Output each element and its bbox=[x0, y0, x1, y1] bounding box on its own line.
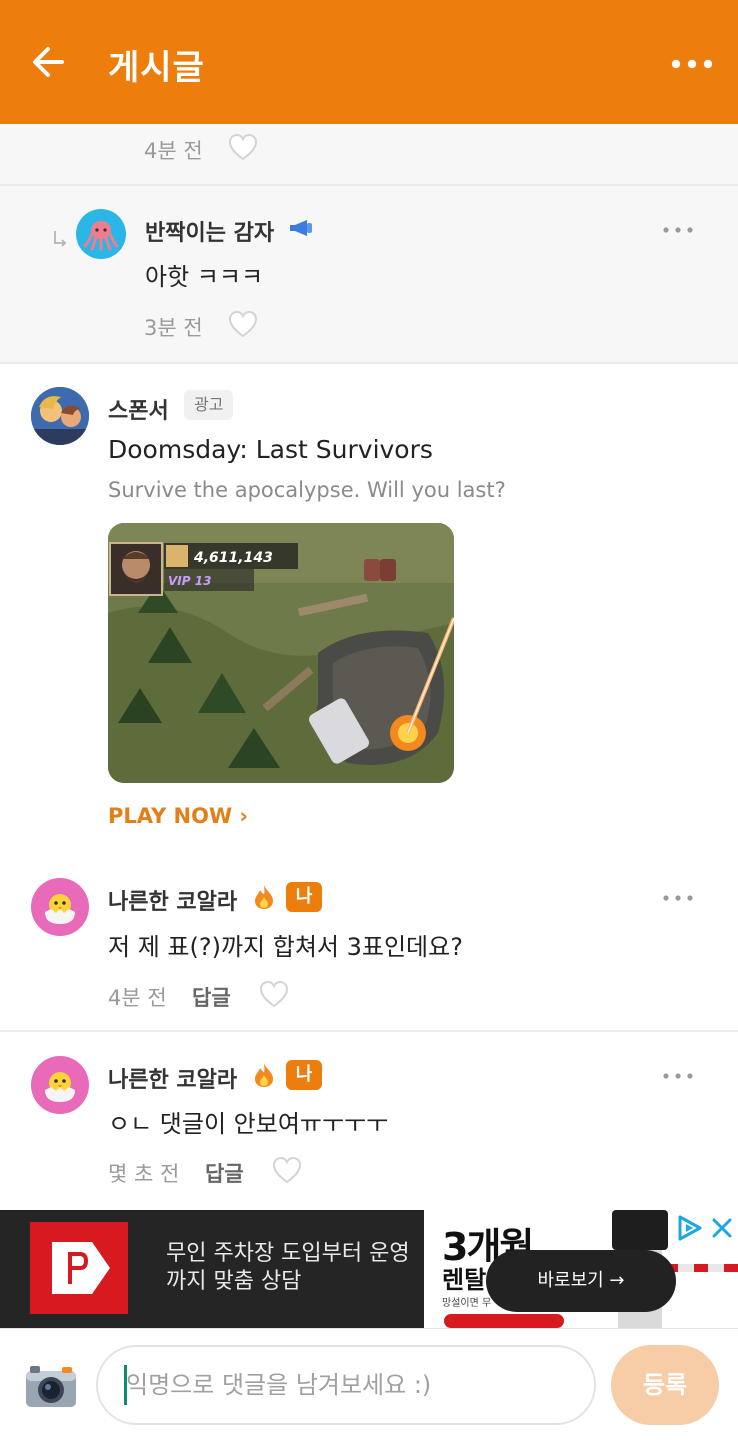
power-value: 4,611,143 bbox=[193, 550, 273, 566]
reply-arrow-icon bbox=[54, 231, 67, 247]
comment-time: 4분 전 bbox=[108, 986, 167, 1010]
more-horizontal-icon bbox=[663, 895, 693, 901]
more-horizontal-icon bbox=[663, 1073, 693, 1079]
arrow-left-icon bbox=[33, 47, 64, 77]
comment-text: ㅇㄴ 댓글이 안보여ㅠㅜㅜㅜ bbox=[108, 1110, 389, 1138]
fire-icon bbox=[255, 885, 273, 909]
banner-fine-print: 망설이면 무 bbox=[442, 1298, 492, 1309]
chick-icon bbox=[45, 1072, 75, 1102]
octopus-icon bbox=[83, 221, 119, 251]
close-icon[interactable] bbox=[708, 1214, 736, 1242]
divider bbox=[0, 362, 738, 364]
comment-time: 몇 초 전 bbox=[108, 1162, 180, 1186]
more-horizontal-icon bbox=[671, 59, 713, 69]
submit-button[interactable]: 등록 bbox=[611, 1345, 719, 1425]
comment-more-button[interactable] bbox=[660, 220, 696, 240]
back-button[interactable] bbox=[26, 40, 74, 84]
parking-logo-icon bbox=[52, 1242, 110, 1294]
avatar[interactable] bbox=[76, 209, 126, 259]
sponsor-label: 스폰서 bbox=[108, 399, 169, 424]
camera-icon bbox=[26, 1366, 76, 1407]
comment-more-button[interactable] bbox=[660, 1066, 696, 1086]
comment-text: 저 제 표(?)까지 합쳐서 3표인데요? bbox=[108, 933, 463, 961]
ad-title[interactable]: Doomsday: Last Survivors bbox=[108, 435, 433, 464]
more-horizontal-icon bbox=[663, 227, 693, 233]
play-now-link[interactable]: PLAY NOW › bbox=[108, 804, 248, 828]
heart-icon[interactable] bbox=[228, 133, 258, 161]
reply-button[interactable]: 답글 bbox=[205, 1158, 244, 1188]
reply-block-partial bbox=[0, 124, 738, 184]
author-badge: 나 bbox=[286, 1060, 322, 1090]
avatar[interactable] bbox=[31, 878, 89, 936]
adchoices-icon[interactable] bbox=[676, 1214, 704, 1242]
comment-author[interactable]: 나른한 코알라 bbox=[108, 884, 237, 916]
sponsor-avatar[interactable] bbox=[31, 387, 89, 445]
ad-description: Survive the apocalypse. Will you last? bbox=[108, 478, 506, 502]
comment-text: 아핫 ㅋㅋㅋ bbox=[145, 263, 264, 291]
fire-icon bbox=[255, 1063, 273, 1087]
comment-input-bar: 등록 bbox=[0, 1328, 738, 1440]
comment-time: 4분 전 bbox=[144, 139, 203, 163]
text-cursor bbox=[124, 1365, 127, 1405]
heart-icon[interactable] bbox=[272, 1156, 302, 1184]
banner-text: 무인 주차장 도입부터 운영까지 맞춤 상담 bbox=[166, 1241, 410, 1294]
comment-time: 3분 전 bbox=[144, 316, 203, 340]
more-options-button[interactable] bbox=[668, 50, 716, 78]
game-screenshot-image: 4,611,143 VIP 13 bbox=[108, 523, 454, 783]
megaphone-icon bbox=[290, 220, 312, 236]
red-tag-image bbox=[444, 1314, 564, 1328]
app-header: 게시글 bbox=[0, 0, 738, 124]
camera-button[interactable] bbox=[24, 1363, 78, 1409]
avatar[interactable] bbox=[31, 1056, 89, 1114]
game-character-icon bbox=[31, 387, 89, 445]
comment-feed[interactable]: 4분 전 반짝이는 감자 아핫 ㅋㅋㅋ 3분 전 스폰서 광고 Doomsday… bbox=[0, 124, 738, 1210]
banner-subline: 렌탈 bbox=[442, 1266, 487, 1294]
ad-badge: 광고 bbox=[184, 390, 234, 420]
page-title: 게시글 bbox=[108, 48, 205, 88]
comment-author[interactable]: 나른한 코알라 bbox=[108, 1062, 237, 1094]
reply-button[interactable]: 답글 bbox=[192, 982, 231, 1012]
heart-icon[interactable] bbox=[259, 980, 289, 1008]
divider bbox=[0, 1030, 738, 1032]
heart-icon[interactable] bbox=[228, 310, 258, 338]
banner-ad[interactable]: 무인 주차장 도입부터 운영까지 맞춤 상담 3개월 렌탈 망설이면 무 바로보… bbox=[0, 1210, 738, 1328]
chick-icon bbox=[45, 894, 75, 924]
parking-logo bbox=[30, 1222, 128, 1314]
ad-image[interactable]: 4,611,143 VIP 13 bbox=[108, 523, 454, 783]
comment-more-button[interactable] bbox=[660, 888, 696, 908]
banner-cta-button[interactable]: 바로보기 → bbox=[486, 1250, 676, 1312]
comment-author[interactable]: 반짝이는 감자 bbox=[145, 215, 274, 247]
author-badge: 나 bbox=[286, 882, 322, 912]
vip-label: VIP 13 bbox=[168, 574, 211, 588]
comment-input[interactable] bbox=[96, 1345, 596, 1425]
